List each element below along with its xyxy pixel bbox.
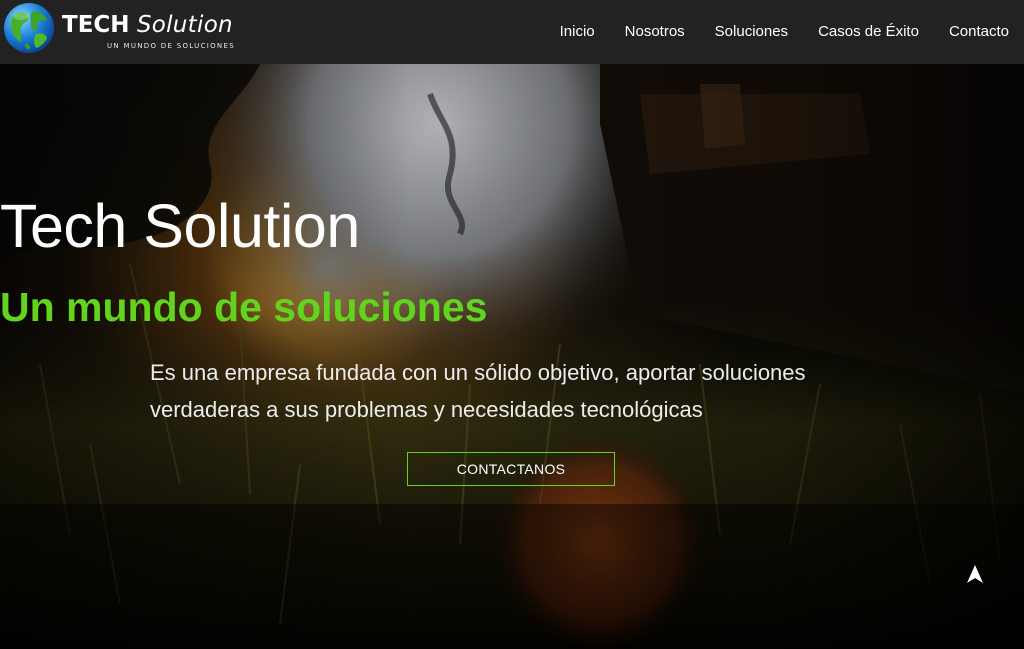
logo-tagline: Un mundo de soluciones: [107, 42, 235, 50]
hero-section: Tech Solution Un mundo de soluciones Es …: [0, 64, 1024, 649]
main-nav: Inicio Nosotros Soluciones Casos de Éxit…: [545, 0, 1024, 64]
hero-description: Es una empresa fundada con un sólido obj…: [150, 360, 806, 422]
navbar: TECH Solution Un mundo de soluciones Ini…: [0, 0, 1024, 64]
hero-subtitle: Un mundo de soluciones: [0, 284, 488, 330]
nav-item-inicio[interactable]: Inicio: [545, 1, 610, 63]
logo-title-bold: TECH: [62, 12, 130, 38]
hero-title: Tech Solution: [0, 192, 360, 260]
page: TECH Solution Un mundo de soluciones Ini…: [0, 0, 1024, 649]
nav-item-soluciones[interactable]: Soluciones: [700, 1, 803, 63]
contact-button[interactable]: CONTACTANOS: [407, 452, 615, 486]
logo-title-italic: Solution: [136, 12, 233, 38]
navigation-arrow-icon[interactable]: [964, 563, 986, 585]
nav-item-contacto[interactable]: Contacto: [934, 1, 1024, 63]
nav-item-casos-de-exito[interactable]: Casos de Éxito: [803, 1, 934, 63]
logo-title: TECH Solution: [62, 14, 233, 37]
nav-item-nosotros[interactable]: Nosotros: [610, 1, 700, 63]
brand-logo[interactable]: TECH Solution Un mundo de soluciones: [3, 2, 253, 54]
globe-icon: [4, 3, 54, 53]
